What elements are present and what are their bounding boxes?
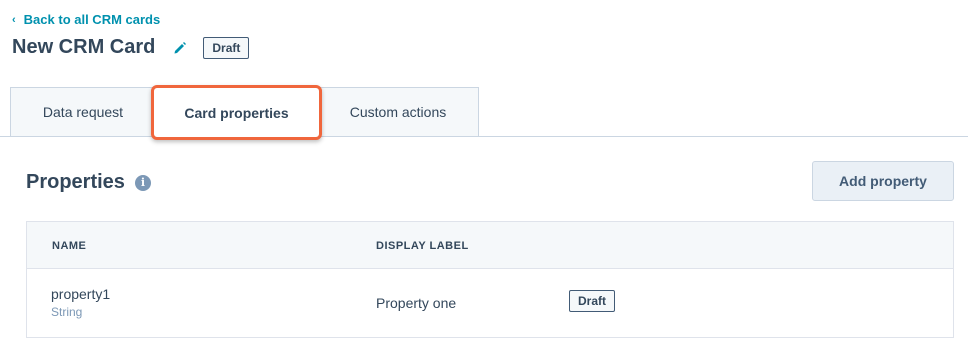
page-title: New CRM Card	[12, 36, 156, 58]
tab-data-request[interactable]: Data request	[10, 87, 155, 137]
column-header-name[interactable]: NAME	[52, 240, 86, 252]
pencil-icon[interactable]	[173, 41, 187, 55]
tab-custom-actions-label: Custom actions	[349, 104, 447, 120]
property-type: String	[51, 305, 83, 319]
info-icon[interactable]: i	[134, 174, 151, 191]
column-header-display-label[interactable]: DISPLAY LABEL	[376, 240, 469, 252]
table-row: property1 String Property one Draft	[27, 270, 953, 338]
status-badge: Draft	[203, 36, 250, 59]
tab-custom-actions[interactable]: Custom actions	[318, 87, 479, 137]
tab-data-request-label: Data request	[42, 104, 124, 120]
section-header: Properties i	[26, 171, 151, 194]
row-status-badge: Draft	[569, 290, 616, 312]
chevron-left-icon: ‹	[12, 13, 16, 26]
add-property-label: Add property	[839, 173, 927, 189]
property-display-label: Property one	[376, 295, 457, 311]
title-row: New CRM Card Draft	[12, 36, 250, 59]
tab-card-properties[interactable]: Card properties	[151, 85, 322, 140]
properties-table: NAME DISPLAY LABEL property1 String Prop…	[26, 221, 954, 338]
property-name[interactable]: property1	[51, 286, 110, 302]
section-title: Properties	[26, 171, 125, 193]
add-property-button[interactable]: Add property	[812, 161, 954, 201]
table-header: NAME DISPLAY LABEL	[27, 222, 953, 269]
tab-card-properties-label: Card properties	[184, 104, 289, 121]
back-link-label: Back to all CRM cards	[23, 12, 161, 27]
back-link[interactable]: ‹ Back to all CRM cards	[12, 12, 160, 27]
